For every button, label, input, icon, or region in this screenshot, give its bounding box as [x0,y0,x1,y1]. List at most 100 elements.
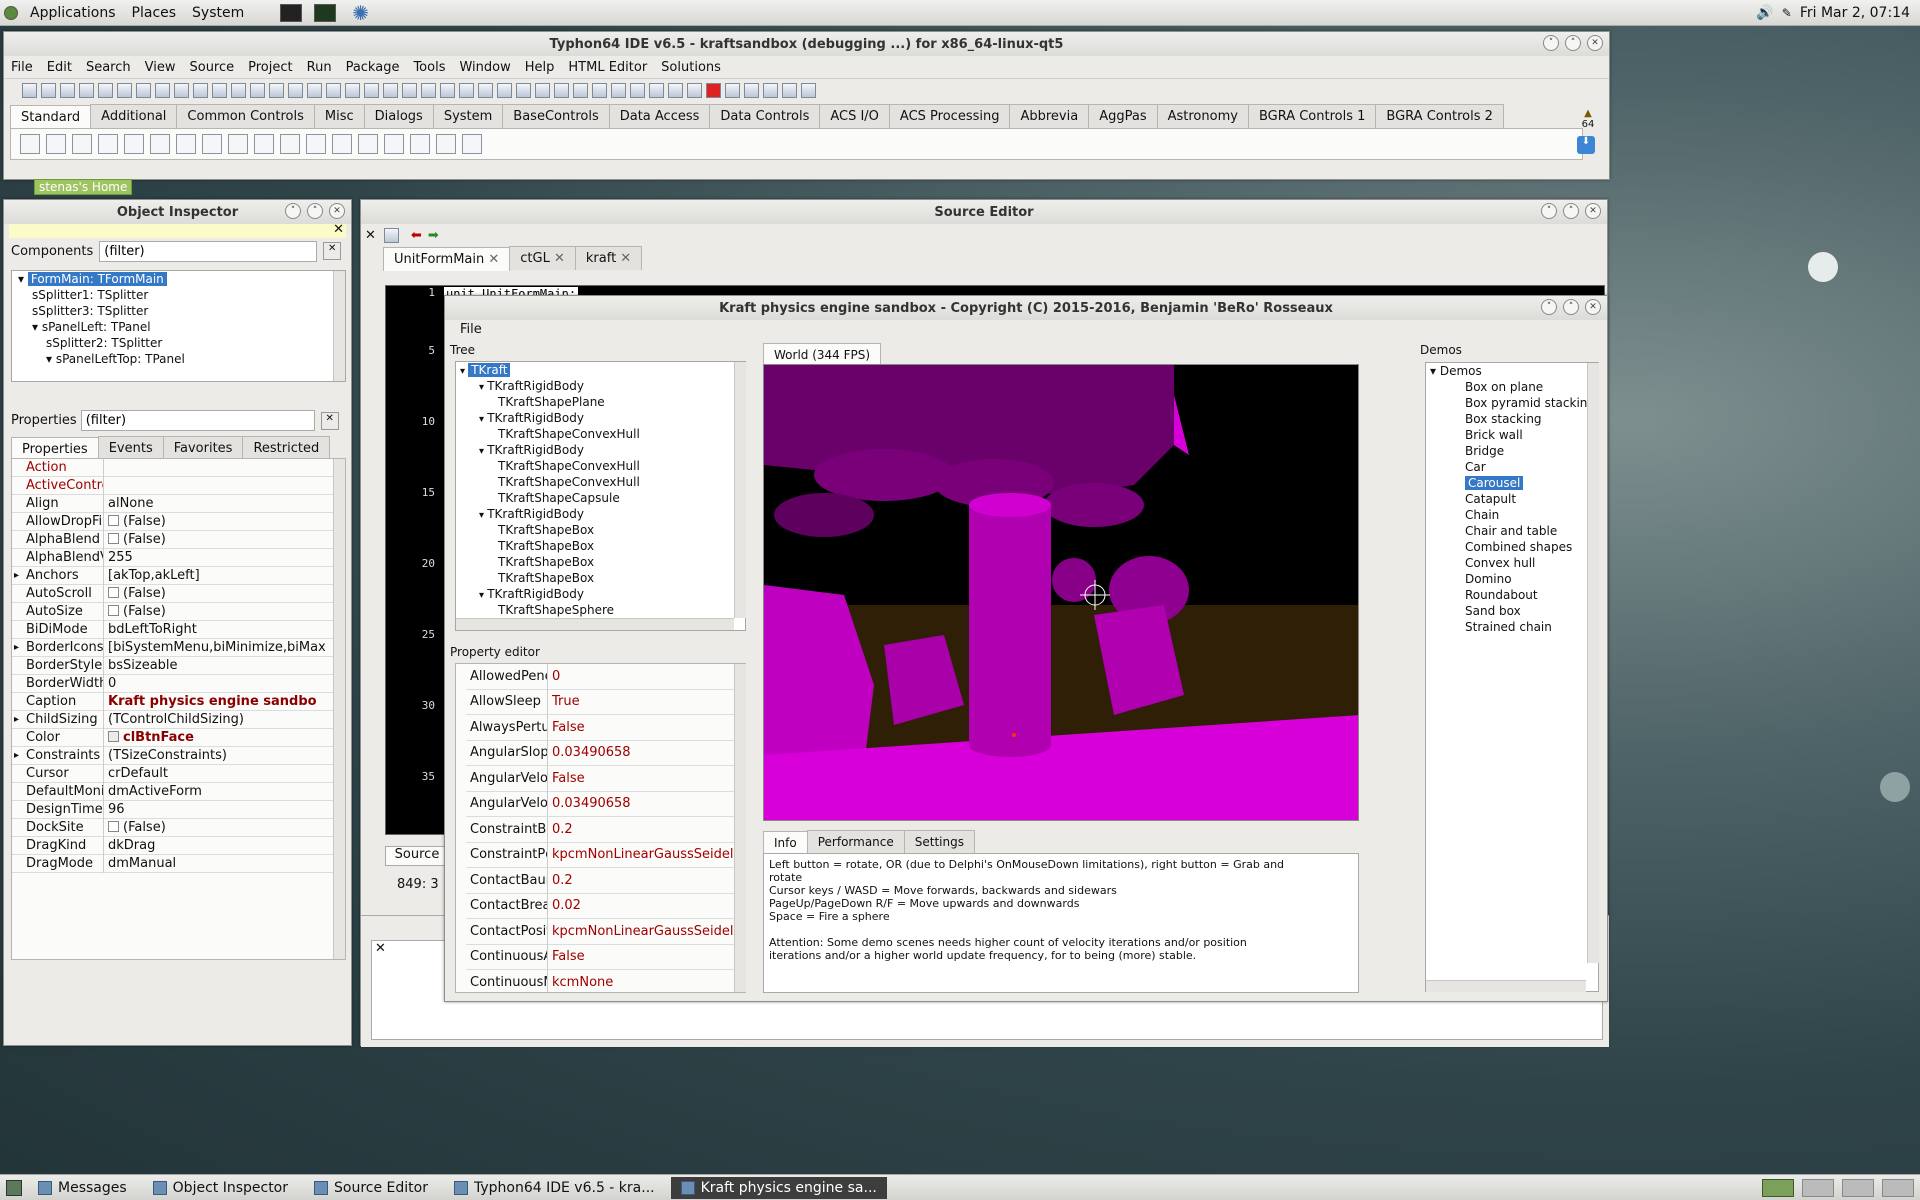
palette-component-icon[interactable] [46,134,66,154]
demo-item[interactable]: Domino [1430,571,1598,587]
editor-menu-icon[interactable] [383,227,399,243]
property-row[interactable]: ▸ ChildSizing (TControlChildSizing) [12,710,345,729]
kraft-tree-item[interactable]: ▾ TKraft [458,362,745,378]
swirl-launcher-icon[interactable]: ✺ [352,1,369,25]
toolbar-button-icon[interactable] [801,83,816,98]
menu-project[interactable]: Project [241,60,299,75]
palette-tab-additional[interactable]: Additional [90,104,178,128]
demo-item[interactable]: Convex hull [1430,555,1598,571]
property-value[interactable]: (False) [104,532,166,547]
property-row[interactable]: AlphaBlend (False) [12,530,345,549]
menu-view[interactable]: View [138,60,183,75]
source-tab-unitformmain[interactable]: UnitFormMain ✕ [383,247,511,271]
kraft-tree-item[interactable]: TKraftShapeConvexHull [458,474,745,490]
palette-tab-dialogs[interactable]: Dialogs [363,104,434,128]
workspace-1[interactable] [1762,1178,1794,1197]
palette-component-icon[interactable] [20,134,40,154]
kraft-menu-file[interactable]: File [453,322,489,337]
palette-tab-aggpas[interactable]: AggPas [1088,104,1158,128]
property-row[interactable]: AlphaBlendVa 255 [12,548,345,567]
property-row[interactable]: Action [12,459,345,477]
kraft-property-row[interactable]: AlwaysPertur False [466,714,745,741]
close-icon[interactable]: ✕ [1585,299,1601,315]
palette-tab-standard[interactable]: Standard [10,105,92,128]
kraft-property-row[interactable]: ContactPosit kpcmNonLinearGaussSeidel [466,918,745,945]
menu-tools[interactable]: Tools [406,60,452,75]
palette-component-icon[interactable] [98,134,118,154]
maximize-icon[interactable]: ˄ [1563,203,1579,219]
terminal-launcher-icon[interactable] [280,3,303,22]
palette-tab-misc[interactable]: Misc [313,104,365,128]
property-row[interactable]: ▸ Constraints (TSizeConstraints) [12,746,345,765]
demo-item[interactable]: Bridge [1430,443,1598,459]
panel-menu-places[interactable]: Places [124,5,185,21]
demo-item[interactable]: Car [1430,459,1598,475]
property-value[interactable]: (TSizeConstraints) [104,748,227,763]
toolbar-button-icon[interactable] [41,83,56,98]
demo-item[interactable]: Sand box [1430,603,1598,619]
property-value[interactable]: crDefault [104,766,168,781]
toolbar-button-icon[interactable] [706,83,721,98]
menu-package[interactable]: Package [339,60,407,75]
demo-item[interactable]: Carousel [1430,475,1598,491]
toolbar-button-icon[interactable] [402,83,417,98]
toolbar-button-icon[interactable] [364,83,379,98]
expand-arrow-icon[interactable]: ▾ [1430,364,1440,378]
toolbar-button-icon[interactable] [79,83,94,98]
palette-tab-data-controls[interactable]: Data Controls [709,104,821,128]
toolbar-button-icon[interactable] [212,83,227,98]
demo-item[interactable]: Box stacking [1430,411,1598,427]
menu-file[interactable]: File [4,60,40,75]
kraft-tree-item[interactable]: TKraftShapeBox [458,522,745,538]
property-value[interactable]: (False) [104,586,166,601]
toolbar-button-icon[interactable] [649,83,664,98]
expand-arrow-icon[interactable]: ▾ [479,590,487,601]
menu-window[interactable]: Window [452,60,517,75]
menu-search[interactable]: Search [79,60,138,75]
toolbar-button-icon[interactable] [288,83,303,98]
property-value[interactable]: dkDrag [104,838,155,853]
demo-item[interactable]: Box on plane [1430,379,1598,395]
toolbar-button-icon[interactable] [782,83,797,98]
kraft-property-value[interactable]: 0.2 [548,822,573,837]
components-filter-input[interactable] [99,240,318,262]
properties-filter-input[interactable] [80,410,315,431]
palette-component-icon[interactable] [124,134,144,154]
property-row[interactable]: AllowDropFiles (False) [12,512,345,531]
close-icon[interactable]: ✕ [365,228,376,243]
kraft-tree-item[interactable]: ▾ TKraftRigidBody [458,378,745,394]
palette-component-icon[interactable] [384,134,404,154]
kraft-property-value[interactable]: False [548,771,585,786]
property-row[interactable]: BiDiMode bdLeftToRight [12,620,345,639]
toolbar-button-icon[interactable] [497,83,512,98]
kraft-property-row[interactable]: AngularVeloc 0.03490658 [466,791,745,817]
workspace-3[interactable] [1842,1178,1874,1197]
toolbar-button-icon[interactable] [554,83,569,98]
kraft-property-value[interactable]: kpcmNonLinearGaussSeidel [548,847,733,862]
palette-component-icon[interactable] [72,134,92,154]
menu-solutions[interactable]: Solutions [654,60,728,75]
menu-html-editor[interactable]: HTML Editor [561,60,654,75]
source-tab-ctgl[interactable]: ctGL ✕ [509,246,576,270]
palette-tab-astronomy[interactable]: Astronomy [1156,104,1249,128]
kraft-property-value[interactable]: 0.2 [548,873,573,888]
property-row[interactable]: DragMode dmManual [12,854,345,873]
close-tab-icon[interactable]: ✕ [616,251,631,266]
toolbar-button-icon[interactable] [193,83,208,98]
property-value[interactable]: (False) [104,514,166,529]
taskbar-item[interactable]: Kraft physics engine sa... [670,1176,887,1199]
kraft-property-value[interactable]: 0.03490658 [548,796,631,811]
taskbar-item[interactable]: Typhon64 IDE v6.5 - kra... [444,1177,665,1199]
palette-tab-acs-i-o[interactable]: ACS I/O [819,104,890,128]
clear-filter-icon[interactable]: ✕ [320,411,339,430]
demo-item[interactable]: Chair and table [1430,523,1598,539]
expand-arrow-icon[interactable]: ▾ [479,414,487,425]
download-arrow-icon[interactable]: ⬇ [1577,136,1595,154]
close-icon[interactable]: ✕ [1585,203,1601,219]
maximize-icon[interactable]: ˄ [307,203,323,219]
palette-component-icon[interactable] [410,134,430,154]
toolbar-button-icon[interactable] [687,83,702,98]
kraft-tree-item[interactable]: ▾ TKraftRigidBody [458,442,745,458]
kraft-tree-item[interactable]: TKraftShapeCapsule [458,490,745,506]
inspector-tab-events[interactable]: Events [97,436,164,460]
